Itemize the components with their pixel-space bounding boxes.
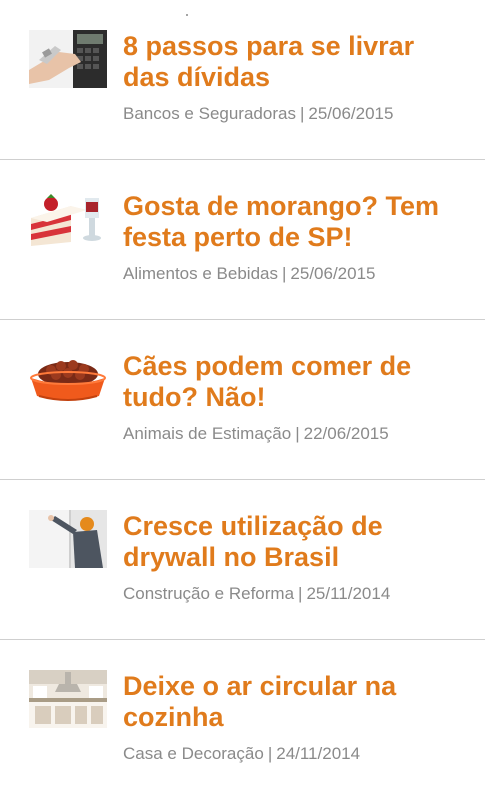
meta-separator: | [299,104,305,123]
article-feed: 8 passos para se livrar das dívidas Banc… [0,0,485,800]
article-meta: Alimentos e Bebidas | 25/06/2015 [123,264,376,284]
dog-food-bowl-icon [29,350,107,408]
article-meta: Animais de Estimação | 22/06/2015 [123,424,389,444]
article-date: 25/06/2015 [308,104,394,123]
kitchen-icon [29,670,107,728]
article-title[interactable]: Deixe o ar circular na cozinha [123,671,468,733]
article-item[interactable]: Cresce utilização de drywall no Brasil C… [0,480,485,640]
article-title[interactable]: Cães podem comer de tudo? Não! [123,351,468,413]
article-category: Animais de Estimação [123,424,292,443]
article-item[interactable]: Cães podem comer de tudo? Não! Animais d… [0,320,485,480]
article-item[interactable]: 8 passos para se livrar das dívidas Banc… [0,0,485,160]
calculator-hand-icon [29,30,107,88]
meta-separator: | [295,424,300,443]
meta-separator: | [298,584,303,603]
meta-separator: | [267,744,273,763]
article-meta: Casa e Decoração | 24/11/2014 [123,744,360,764]
meta-separator: | [281,264,287,283]
article-meta: Bancos e Seguradoras | 25/06/2015 [123,104,393,124]
article-item[interactable]: Deixe o ar circular na cozinha Casa e De… [0,640,485,800]
article-item[interactable]: Gosta de morango? Tem festa perto de SP!… [0,160,485,320]
strawberry-cake-icon [29,190,107,248]
article-category: Alimentos e Bebidas [123,264,278,283]
article-title[interactable]: Gosta de morango? Tem festa perto de SP! [123,191,468,253]
article-date: 24/11/2014 [276,744,361,763]
article-meta: Construção e Reforma | 25/11/2014 [123,584,390,604]
article-title[interactable]: 8 passos para se livrar das dívidas [123,31,468,93]
article-date: 22/06/2015 [303,424,389,443]
article-category: Construção e Reforma [123,584,295,603]
drywall-worker-icon [29,510,107,568]
article-date: 25/06/2015 [290,264,376,283]
article-category: Casa e Decoração [123,744,264,763]
article-title[interactable]: Cresce utilização de drywall no Brasil [123,511,468,573]
article-category: Bancos e Seguradoras [123,104,296,123]
article-date: 25/11/2014 [306,584,391,603]
